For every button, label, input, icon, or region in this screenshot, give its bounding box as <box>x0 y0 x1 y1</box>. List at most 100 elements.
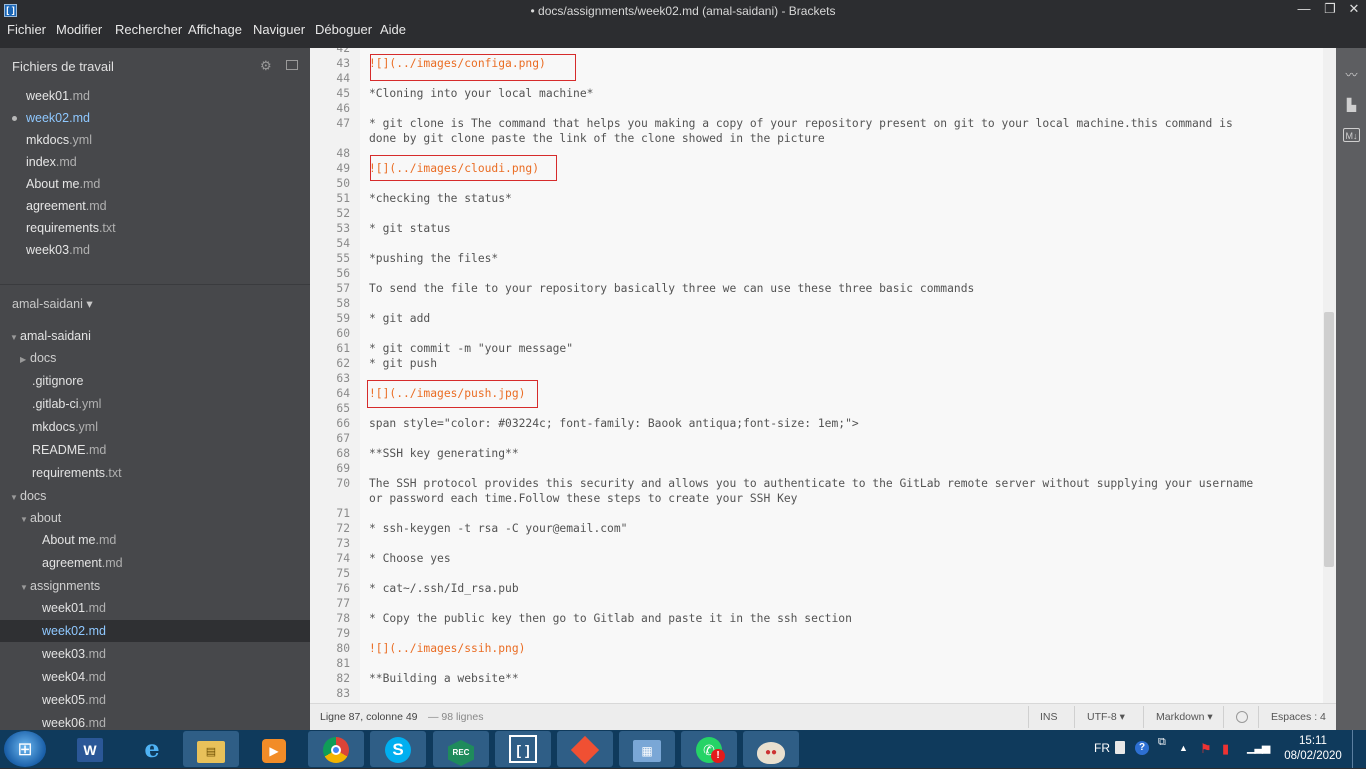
working-file-item[interactable]: week03.md <box>26 243 90 257</box>
tree-file[interactable]: agreement.md <box>42 556 123 570</box>
folder-expanded-icon: ▼ <box>10 333 18 342</box>
unsaved-dot-icon <box>12 116 17 121</box>
show-hidden-icons-icon[interactable]: ▲ <box>1179 743 1188 753</box>
flag-icon[interactable] <box>1115 741 1125 754</box>
language-indicator[interactable]: FR <box>1094 741 1110 755</box>
title-bar: [ ] • docs/assignments/week02.md (amal-s… <box>0 0 1366 20</box>
tree-folder[interactable]: ▼ about <box>20 511 61 525</box>
working-file-item[interactable]: About me.md <box>26 177 100 191</box>
extension-manager-icon[interactable]: ▙ <box>1343 98 1360 112</box>
sidebar-divider <box>0 284 310 285</box>
clock[interactable]: 15:11 08/02/2020 <box>1282 734 1344 764</box>
working-file-item[interactable]: index.md <box>26 155 77 169</box>
tree-file[interactable]: week05.md <box>42 693 106 707</box>
action-center-icon[interactable]: ⚑ <box>1200 741 1212 757</box>
network-signal-icon[interactable]: ▁▃▅ <box>1247 741 1270 754</box>
line-number: 54 <box>336 237 350 250</box>
working-file-item[interactable]: agreement.md <box>26 199 107 213</box>
working-file-item[interactable]: mkdocs.yml <box>26 133 92 147</box>
project-dropdown[interactable]: amal-saidani ▾ <box>12 296 93 311</box>
working-files-header: Fichiers de travail <box>12 59 114 74</box>
start-button[interactable]: ⊞ <box>4 731 46 767</box>
paint-icon[interactable]: ●● <box>743 731 799 767</box>
code-line: or password each time.Follow these steps… <box>369 492 798 505</box>
skype-icon[interactable]: S <box>370 731 426 767</box>
file-explorer-icon[interactable]: ▤ <box>183 731 239 767</box>
clock-time: 15:11 <box>1299 735 1327 747</box>
insert-mode-toggle[interactable]: INS <box>1040 711 1058 723</box>
git-icon[interactable] <box>557 731 613 767</box>
folder-expanded-icon: ▼ <box>10 493 18 502</box>
code-line: * git commit -m "your message" <box>369 342 574 355</box>
language-select[interactable]: Markdown ▾ <box>1156 711 1213 723</box>
tree-file[interactable]: README.md <box>32 443 106 457</box>
code-line: * git clone is The command that helps yo… <box>369 117 1233 130</box>
maximize-button[interactable]: ❐ <box>1318 0 1342 20</box>
battery-icon[interactable]: ▮ <box>1222 741 1229 757</box>
scrollbar-thumb[interactable] <box>1324 312 1334 567</box>
status-separator <box>1223 706 1224 728</box>
line-number: 74 <box>336 552 350 565</box>
cursor-position: Ligne 87, colonne 49 <box>320 711 418 723</box>
recorder-icon[interactable]: REC <box>433 731 489 767</box>
working-file-item[interactable]: requirements.txt <box>26 221 116 235</box>
encoding-select[interactable]: UTF-8 ▾ <box>1087 711 1125 723</box>
line-number: 47 <box>336 117 350 130</box>
menu-fichier[interactable]: Fichier <box>7 22 46 37</box>
line-number: 81 <box>336 657 350 670</box>
control-panel-icon[interactable]: ▦ <box>619 731 675 767</box>
menu-aide[interactable]: Aide <box>380 22 406 37</box>
line-number: 43 <box>336 57 350 70</box>
window-switch-icon[interactable]: ⧉ <box>1158 736 1166 749</box>
tree-folder[interactable]: ▼ assignments <box>20 579 100 593</box>
linter-status-icon[interactable] <box>1236 711 1248 723</box>
line-number: 55 <box>336 252 350 265</box>
brackets-icon[interactable]: [ ] <box>495 731 551 767</box>
line-number-gutter: 42 43 44 45 46 47 48 49 50 51 52 53 54 55 56 57 58 59 60 61… <box>310 48 360 703</box>
tree-file[interactable]: week03.md <box>42 647 106 661</box>
internet-explorer-icon[interactable]: e <box>124 731 180 767</box>
menu-affichage[interactable]: Affichage <box>188 22 242 37</box>
gear-icon[interactable]: ⚙ <box>260 58 272 74</box>
media-player-icon[interactable]: ▶ <box>246 731 302 767</box>
tree-file[interactable]: requirements.txt <box>32 466 122 480</box>
code-editor[interactable]: 42 43 44 45 46 47 48 49 50 51 52 53 54 55 56 57 58 59 60 61… <box>310 48 1336 703</box>
word-icon[interactable]: W <box>62 731 118 767</box>
live-preview-icon[interactable]: 〰 <box>1343 68 1360 82</box>
menu-modifier[interactable]: Modifier <box>56 22 102 37</box>
whatsapp-icon[interactable]: ✆! <box>681 731 737 767</box>
tree-folder[interactable]: ▼ amal-saidani <box>10 329 91 343</box>
markdown-preview-icon[interactable]: M↓ <box>1343 128 1360 142</box>
close-button[interactable]: ✕ <box>1342 0 1366 20</box>
split-view-icon[interactable] <box>286 60 298 70</box>
show-desktop-button[interactable] <box>1352 730 1366 768</box>
line-number: 79 <box>336 627 350 640</box>
menu-rechercher[interactable]: Rechercher <box>115 22 182 37</box>
line-number: 63 <box>336 372 350 385</box>
working-file-item-active[interactable]: week02.md <box>26 111 90 125</box>
tree-folder[interactable]: ▶ docs <box>20 351 56 365</box>
menu-deboguer[interactable]: Déboguer <box>315 22 372 37</box>
tree-file[interactable]: .gitlab-ci.yml <box>32 397 101 411</box>
chrome-icon[interactable] <box>308 731 364 767</box>
line-count: — 98 lignes <box>428 711 484 723</box>
tree-file[interactable]: week01.md <box>42 601 106 615</box>
folder-collapsed-icon: ▶ <box>20 355 27 364</box>
tree-file-selected[interactable]: week02.md <box>42 624 106 638</box>
tree-file[interactable]: mkdocs.yml <box>32 420 98 434</box>
tree-file[interactable]: week04.md <box>42 670 106 684</box>
tree-file[interactable]: .gitignore <box>32 374 83 388</box>
clock-date: 08/02/2020 <box>1284 750 1342 762</box>
line-number: 64 <box>336 387 350 400</box>
tree-folder[interactable]: ▼ docs <box>10 489 46 503</box>
tree-file[interactable]: About me.md <box>42 533 116 547</box>
help-icon[interactable]: ? <box>1135 741 1149 755</box>
indent-spaces-toggle[interactable]: Espaces : 4 <box>1271 711 1326 723</box>
working-file-item[interactable]: week01.md <box>26 89 90 103</box>
line-number: 42 <box>336 48 350 55</box>
tree-file[interactable]: week06.md <box>42 716 106 730</box>
notification-badge-icon: ! <box>711 749 725 763</box>
menu-naviguer[interactable]: Naviguer <box>253 22 305 37</box>
minimize-button[interactable]: — <box>1292 0 1316 20</box>
folder-expanded-icon: ▼ <box>20 515 28 524</box>
